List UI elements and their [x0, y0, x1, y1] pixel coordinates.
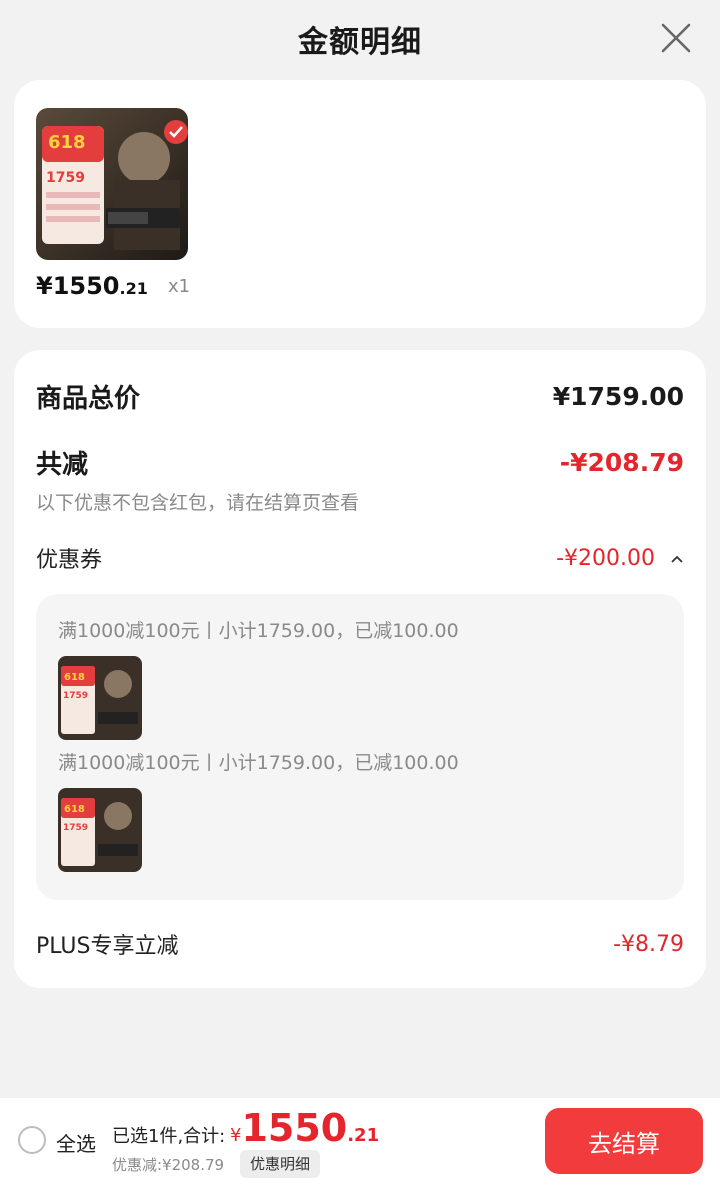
discount-summary: 优惠减:¥208.79 — [112, 1156, 225, 1174]
product-price: ¥1550.21 — [36, 272, 148, 300]
coupon-row[interactable]: 优惠券 -¥200.00 — [36, 542, 684, 574]
plus-label: PLUS专享立减 — [36, 934, 179, 959]
price-integer: 1550 — [52, 272, 120, 300]
coupon-value[interactable]: -¥200.00 — [556, 546, 684, 571]
total-decimal: .21 — [347, 1125, 380, 1146]
svg-text:618: 618 — [64, 672, 85, 683]
total-label: 商品总价 — [36, 384, 141, 414]
checkout-button[interactable]: 去结算 — [545, 1108, 703, 1174]
svg-text:1759: 1759 — [63, 691, 88, 701]
discount-detail-button[interactable]: 优惠明细 — [240, 1150, 321, 1178]
reduce-row: 共减 -¥208.79 — [36, 444, 684, 481]
chevron-up-icon[interactable] — [670, 552, 684, 566]
svg-text:1759: 1759 — [46, 170, 85, 186]
product-image[interactable]: 618 1759 — [36, 108, 188, 260]
page-title: 金额明细 — [298, 25, 422, 60]
select-all-label[interactable]: 全选 — [56, 1128, 96, 1157]
close-icon[interactable] — [658, 20, 694, 56]
product-card: 618 1759 ¥1550.21 x1 — [14, 80, 706, 328]
svg-text:618: 618 — [48, 132, 86, 153]
amount-detail-card: 商品总价 ¥1759.00 共减 -¥208.79 以下优惠不包含红包，请在结算… — [14, 350, 706, 988]
total-amount: ¥1550.21 — [230, 1106, 379, 1150]
discount-hint: 以下优惠不包含红包，请在结算页查看 — [36, 492, 360, 514]
total-row: 商品总价 ¥1759.00 — [36, 378, 684, 415]
coupon-label: 优惠券 — [36, 548, 103, 573]
selection-summary: 已选1件,合计: — [112, 1126, 226, 1147]
currency-symbol: ¥ — [230, 1125, 242, 1146]
product-quantity: x1 — [168, 276, 191, 297]
price-decimal: .21 — [119, 279, 148, 298]
coupon-detail-box: 满1000减100元丨小计1759.00，已减100.00 618 1759 满… — [36, 594, 684, 900]
coupon-product-image: 618 1759 — [58, 788, 142, 872]
reduce-label: 共减 — [36, 450, 89, 480]
coupon-item-text: 满1000减100元丨小计1759.00，已减100.00 — [58, 752, 459, 774]
svg-text:618: 618 — [64, 804, 85, 815]
reduce-value: -¥208.79 — [559, 448, 684, 477]
modal-header: 金额明细 — [0, 0, 720, 78]
coupon-item-text: 满1000减100元丨小计1759.00，已减100.00 — [58, 620, 459, 642]
plus-value: -¥8.79 — [613, 931, 684, 957]
total-value: ¥1759.00 — [552, 382, 684, 411]
checkout-bar: 全选 已选1件,合计: ¥1550.21 优惠减:¥208.79 优惠明细 去结… — [0, 1098, 720, 1186]
plus-row: PLUS专享立减 -¥8.79 — [36, 928, 684, 960]
select-all-radio[interactable] — [18, 1126, 46, 1154]
coupon-product-image: 618 1759 — [58, 656, 142, 740]
coupon-amount: -¥200.00 — [556, 545, 655, 571]
total-integer: 1550 — [241, 1106, 348, 1150]
svg-text:1759: 1759 — [63, 823, 88, 833]
currency-symbol: ¥ — [36, 272, 53, 300]
